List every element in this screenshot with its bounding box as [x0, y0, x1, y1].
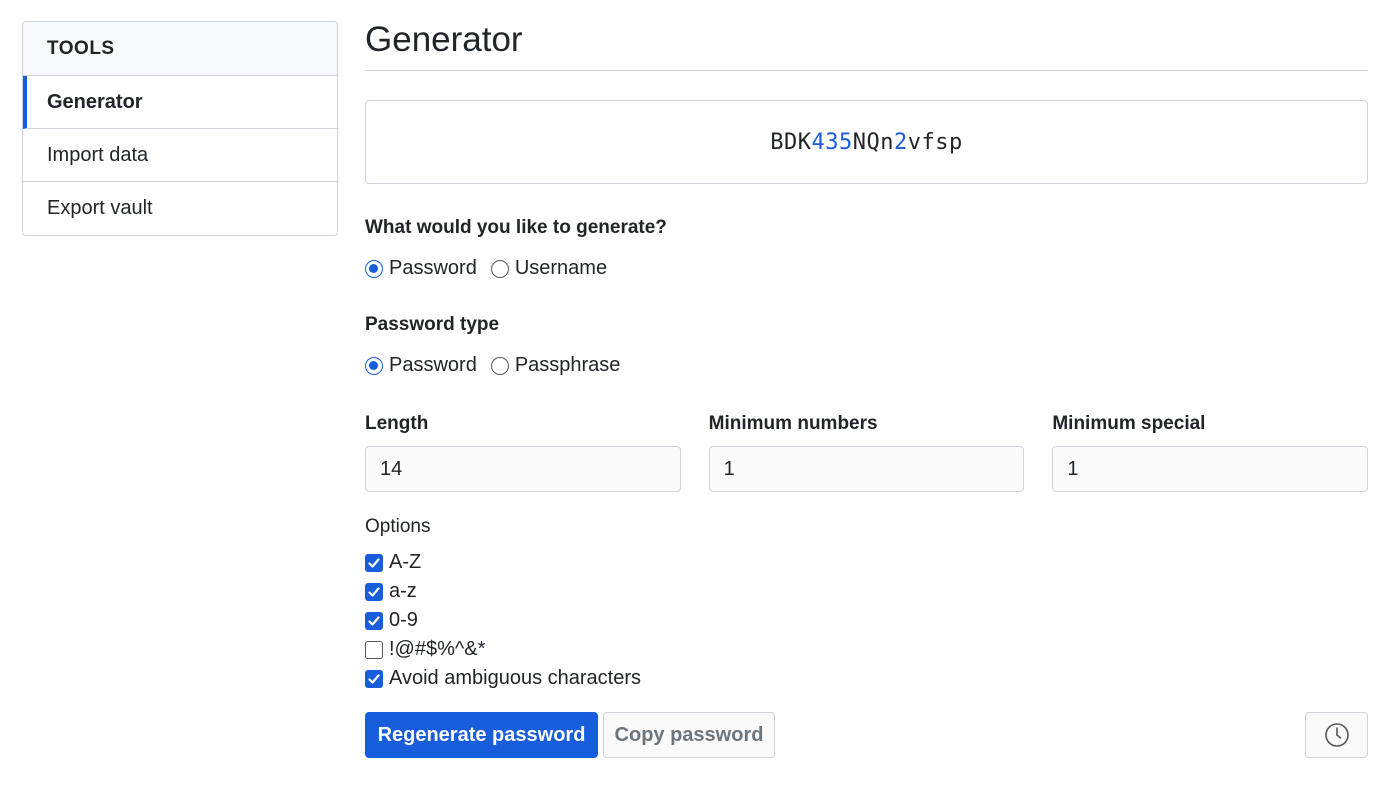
- radio-label: Password: [389, 354, 477, 376]
- password-type-radio-group: Password Passphrase: [365, 354, 1368, 377]
- password-type-password-radio[interactable]: Password: [365, 354, 477, 377]
- length-input[interactable]: 14: [365, 446, 681, 492]
- checkbox-label: Avoid ambiguous characters: [389, 667, 641, 689]
- password-segment-numeric: 435: [811, 129, 853, 155]
- action-bar: Regenerate password Copy password: [365, 712, 1368, 758]
- min-special-input[interactable]: 1: [1052, 446, 1369, 492]
- generate-username-radio[interactable]: Username: [490, 257, 608, 280]
- copy-password-button[interactable]: Copy password: [603, 712, 775, 758]
- checkbox-label: a-z: [389, 580, 417, 602]
- length-label: Length: [365, 413, 429, 434]
- radio-label: Passphrase: [514, 354, 621, 376]
- checkbox-checked-icon[interactable]: [365, 611, 383, 630]
- radio-unchecked-icon[interactable]: [490, 259, 509, 278]
- password-segment: vfsp: [907, 129, 963, 155]
- radio-label: Password: [389, 257, 477, 279]
- option-special-checkbox[interactable]: !@#$%^&*: [365, 635, 1368, 664]
- radio-unchecked-icon[interactable]: [490, 356, 509, 375]
- radio-label: Username: [514, 257, 608, 279]
- password-type-label: Password type: [365, 314, 500, 335]
- sidebar-item-generator[interactable]: Generator: [23, 76, 337, 129]
- min-special-field-group: Minimum special 1: [1052, 413, 1369, 492]
- checkbox-label: !@#$%^&*: [389, 638, 486, 660]
- generator-main: Generator BDK 435 NQn 2 vfsp What would you …: [365, 0, 1369, 758]
- min-numbers-field-group: Minimum numbers 1: [708, 413, 1025, 492]
- min-special-label: Minimum special: [1052, 413, 1206, 434]
- page-title: Generator: [365, 0, 1368, 71]
- length-field-group: Length 14: [365, 413, 681, 492]
- options-checklist: A-Z a-z 0-9 !@#$%^&* Avoid ambiguous cha…: [365, 548, 1368, 693]
- option-uppercase-checkbox[interactable]: A-Z: [365, 548, 1368, 577]
- generated-password-display: BDK 435 NQn 2 vfsp: [365, 100, 1368, 184]
- generate-type-radio-group: Password Username: [365, 257, 1368, 280]
- password-history-button[interactable]: [1305, 712, 1368, 758]
- option-avoid-ambiguous-checkbox[interactable]: Avoid ambiguous characters: [365, 664, 1368, 693]
- password-segment: NQn: [852, 129, 894, 155]
- generate-type-label: What would you like to generate?: [365, 217, 667, 238]
- checkbox-checked-icon[interactable]: [365, 669, 383, 688]
- radio-checked-icon[interactable]: [365, 259, 383, 278]
- option-lowercase-checkbox[interactable]: a-z: [365, 577, 1368, 606]
- generate-password-radio[interactable]: Password: [365, 257, 477, 280]
- checkbox-label: A-Z: [389, 551, 422, 573]
- sidebar-header: TOOLS: [23, 22, 337, 76]
- radio-checked-icon[interactable]: [365, 356, 383, 375]
- tools-sidebar: TOOLS Generator Import data Export vault: [22, 21, 338, 236]
- options-label: Options: [365, 516, 431, 537]
- password-segment-numeric: 2: [894, 129, 908, 155]
- checkbox-checked-icon[interactable]: [365, 553, 383, 572]
- clock-icon: [1324, 723, 1349, 747]
- number-fields-row: Length 14 Minimum numbers 1 Minimum spec…: [365, 413, 1369, 492]
- sidebar-item-import-data[interactable]: Import data: [23, 129, 337, 182]
- checkbox-checked-icon[interactable]: [365, 582, 383, 601]
- min-numbers-input[interactable]: 1: [708, 446, 1025, 492]
- sidebar-item-export-vault[interactable]: Export vault: [23, 182, 337, 235]
- regenerate-password-button[interactable]: Regenerate password: [365, 712, 598, 758]
- checkbox-unchecked-icon[interactable]: [365, 640, 383, 659]
- min-numbers-label: Minimum numbers: [708, 413, 878, 434]
- checkbox-label: 0-9: [389, 609, 418, 631]
- option-numbers-checkbox[interactable]: 0-9: [365, 606, 1368, 635]
- password-type-passphrase-radio[interactable]: Passphrase: [490, 354, 621, 377]
- password-segment: BDK: [770, 129, 812, 155]
